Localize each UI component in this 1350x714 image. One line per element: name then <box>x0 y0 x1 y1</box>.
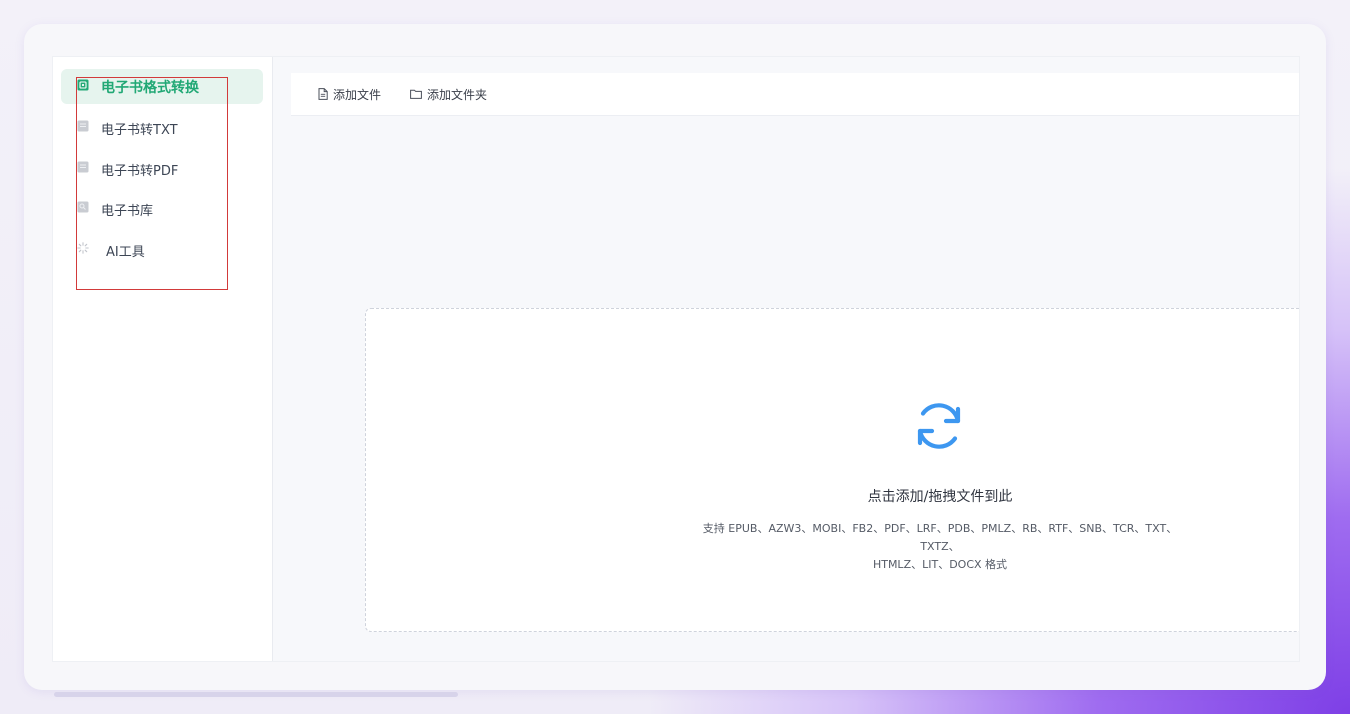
sidebar-item-label: AI工具 <box>106 245 145 260</box>
toolbar: 添加文件 添加文件夹 <box>291 73 1299 116</box>
sidebar: 电子书格式转换 电子书转TXT 电子书转PDF 电子书库 AI工具 <box>53 57 273 661</box>
library-icon <box>77 201 89 213</box>
document-icon <box>77 161 89 173</box>
supported-formats-line-1: 支持 EPUB、AZW3、MOBI、FB2、PDF、LRF、PDB、PMLZ、R… <box>702 522 1178 553</box>
file-icon <box>318 88 328 100</box>
bottom-scroll-indicator <box>54 692 458 697</box>
file-drop-zone[interactable]: 点击添加/拖拽文件到此 支持 EPUB、AZW3、MOBI、FB2、PDF、LR… <box>365 308 1299 632</box>
supported-formats: 支持 EPUB、AZW3、MOBI、FB2、PDF、LRF、PDB、PMLZ、R… <box>685 520 1195 574</box>
folder-icon <box>410 89 422 99</box>
add-folder-button[interactable]: 添加文件夹 <box>410 86 487 102</box>
app-window: 电子书格式转换 电子书转TXT 电子书转PDF 电子书库 AI工具 添加文件 添… <box>52 56 1300 662</box>
sidebar-item-label: 电子书库 <box>101 204 154 219</box>
sidebar-item-ebook-to-pdf[interactable]: 电子书转PDF <box>61 151 263 186</box>
sidebar-item-ebook-convert[interactable]: 电子书格式转换 <box>61 69 263 104</box>
drop-zone-title: 点击添加/拖拽文件到此 <box>867 489 1013 505</box>
ebook-convert-icon <box>77 79 89 91</box>
supported-formats-line-2: HTMLZ、LIT、DOCX 格式 <box>872 558 1008 571</box>
add-file-button[interactable]: 添加文件 <box>318 86 381 102</box>
sidebar-item-label: 电子书转TXT <box>101 123 178 138</box>
refresh-icon <box>917 403 961 449</box>
add-file-label: 添加文件 <box>333 87 382 102</box>
sparkle-icon <box>77 242 89 254</box>
sidebar-item-ebook-library[interactable]: 电子书库 <box>61 191 263 226</box>
sidebar-item-label: 电子书格式转换 <box>101 80 199 96</box>
sidebar-item-label: 电子书转PDF <box>101 164 179 179</box>
document-icon <box>77 120 89 132</box>
sidebar-item-ai-tools[interactable]: AI工具 <box>61 232 263 267</box>
main-content: 添加文件 添加文件夹 点击添加/拖拽文件到此 支持 EPUB、AZW3、MOBI… <box>273 57 1299 661</box>
add-folder-label: 添加文件夹 <box>427 87 488 102</box>
sidebar-item-ebook-to-txt[interactable]: 电子书转TXT <box>61 110 263 145</box>
